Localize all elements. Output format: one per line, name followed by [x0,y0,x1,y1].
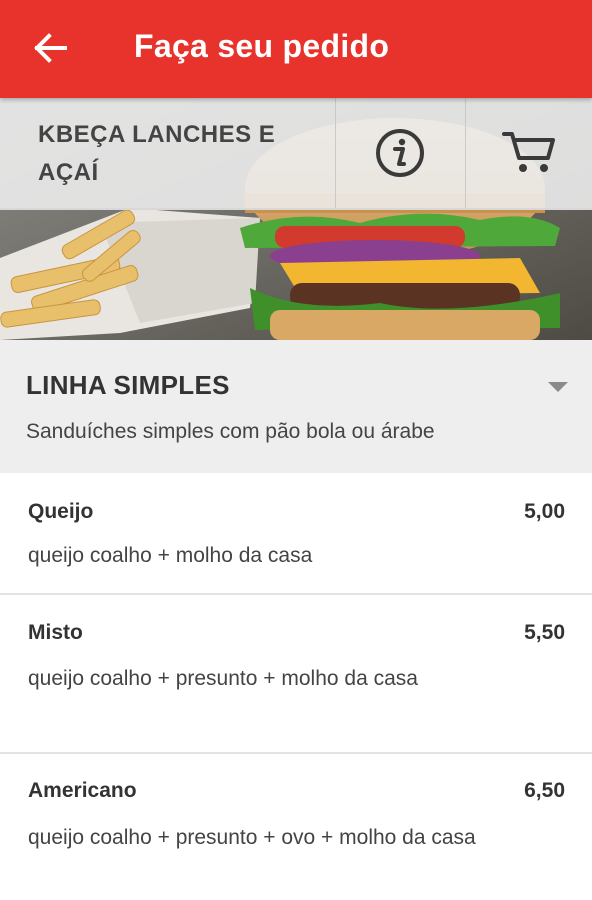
menu-item[interactable]: Misto 5,50 queijo coalho + presunto + mo… [0,595,592,754]
category-header[interactable]: LINHA SIMPLES Sanduíches simples com pão… [0,340,592,473]
store-name: KBEÇA LANCHES E AÇAÍ [38,121,276,186]
cart-icon [502,132,555,172]
item-name: Queijo [28,500,94,523]
store-header: KBEÇA LANCHES E AÇAÍ [0,98,592,210]
category-description: Sanduíches simples com pão bola ou árabe [26,420,435,443]
category-title: LINHA SIMPLES [26,370,230,400]
page-title: Faça seu pedido [134,28,390,64]
item-price: 5,50 [524,621,565,644]
item-name: Americano [28,779,137,802]
item-description: queijo coalho + presunto + ovo + molho d… [28,826,476,849]
back-button[interactable] [22,22,78,74]
item-name: Misto [28,621,83,644]
item-price: 5,00 [524,500,565,523]
menu-item[interactable]: Queijo 5,00 queijo coalho + molho da cas… [0,473,592,595]
info-button[interactable] [336,98,464,208]
app-bar: Faça seu pedido [0,0,592,98]
arrow-left-icon [34,33,67,63]
dropdown-arrow-icon [548,382,568,392]
cart-button[interactable] [466,98,592,208]
item-description: queijo coalho + molho da casa [28,544,313,567]
item-description: queijo coalho + presunto + molho da casa [28,667,418,690]
menu-item[interactable]: Americano 6,50 queijo coalho + presunto … [0,754,592,900]
info-icon [376,129,424,177]
item-price: 6,50 [524,779,565,802]
